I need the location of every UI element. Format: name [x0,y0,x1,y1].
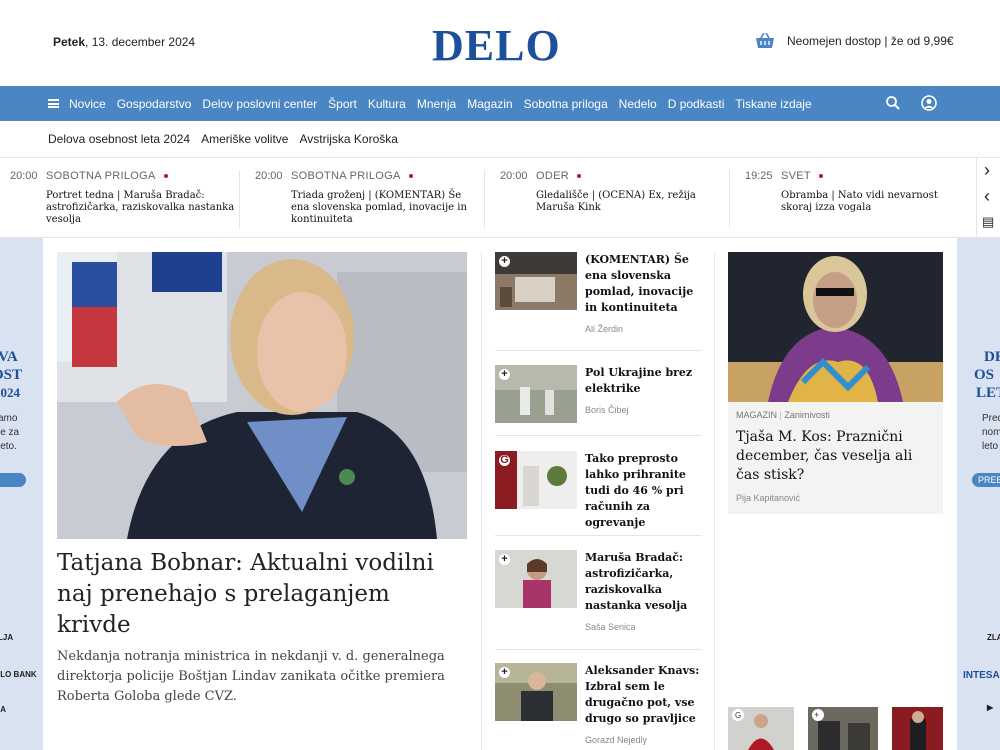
ticker-item[interactable]: 20:00 SOBOTNA PRILOGA Triada groženj | (… [245,168,485,228]
article-thumbnail: + [495,365,577,423]
list-item[interactable]: + Pol Ukrajine brez elektrike Boris Čibe… [495,365,701,425]
plus-icon: + [499,256,510,267]
nav-item-d-podkasti[interactable]: D podkasti [668,97,725,111]
live-dot-icon [818,174,823,179]
topic-ameriske-volitve[interactable]: Ameriške volitve [201,132,288,146]
list-item[interactable]: + Maruša Bradač: astrofizičarka, razisko… [495,550,701,635]
column-divider [714,252,715,750]
column-divider [481,252,482,750]
main-nav: Novice Gospodarstvo Delov poslovni cente… [0,86,1000,121]
current-date: Petek, 13. december 2024 [53,35,196,49]
mini-article-thumbnail[interactable]: G [728,707,794,750]
list-item[interactable]: G Tako preprosto lahko prihranite tudi d… [495,451,701,529]
plus-icon: + [499,554,510,565]
right-ad-banner[interactable]: DE OS LET Pred nom leto PREB ZLAT INTESA… [957,238,1000,750]
nav-item-tiskane-izdaje[interactable]: Tiskane izdaje [735,97,811,111]
ad-button[interactable]: › [0,473,26,487]
subscription-link[interactable]: Neomejen dostop | že od 9,99€ [755,32,954,49]
article-thumbnail: G [495,451,577,509]
nav-item-magazin[interactable]: Magazin [467,97,512,111]
nav-item-gospodarstvo[interactable]: Gospodarstvo [117,97,192,111]
ticker-item[interactable]: 20:00 SOBOTNA PRILOGA Portret tedna | Ma… [0,168,240,228]
user-icon[interactable] [921,95,937,111]
feature-article-image [728,252,943,402]
nav-item-novice[interactable]: Novice [69,97,106,111]
chevron-left-icon[interactable]: ‹ [984,186,990,207]
article-thumbnail: + [495,663,577,721]
main-article-lead: Nekdanja notranja ministrica in nekdanji… [57,649,445,704]
search-icon[interactable] [885,95,901,111]
live-dot-icon [576,174,581,179]
topic-avstrijska-koroska[interactable]: Avstrijska Koroška [299,132,397,146]
ticker-item[interactable]: 20:00 ODER Gledališče | (OCENA) Ex, reži… [490,168,730,228]
topic-delova-osebnost[interactable]: Delova osebnost leta 2024 [48,132,190,146]
left-ad-banner[interactable]: VA OST 2024 amo le za leto. › LJA OLO BA… [0,238,43,750]
ad-button[interactable]: PREB [972,473,1000,487]
feature-article[interactable]: MAGAZIN | Zanimivosti Tjaša M. Kos: Praz… [728,252,943,514]
live-dot-icon [408,174,413,179]
plus-icon: + [499,369,510,380]
list-item[interactable]: + (KOMENTAR) Še ena slovenska pomlad, in… [495,252,701,342]
nav-item-kultura[interactable]: Kultura [368,97,406,111]
news-ticker: 20:00 SOBOTNA PRILOGA Portret tedna | Ma… [0,158,1000,238]
article-thumbnail: + [495,550,577,608]
delo-logo[interactable]: DELO [432,20,561,71]
list-item[interactable]: + Aleksander Knavs: Izbral sem le drugač… [495,663,701,750]
newspaper-icon[interactable]: ▤ [982,214,994,230]
mini-article-thumbnail[interactable] [892,707,943,750]
sponsored-icon: G [499,454,510,466]
svg-text:G: G [735,711,741,720]
ticker-item[interactable]: 19:25 SVET Obramba | Nato vidi nevarnost… [735,168,975,228]
nav-item-mnenja[interactable]: Mnenja [417,97,456,111]
topic-bar: Delova osebnost leta 2024 Ameriške volit… [0,121,1000,158]
main-article-title[interactable]: Tatjana Bobnar: Aktualni vodilni naj pre… [57,548,467,641]
main-article-image[interactable] [57,252,467,539]
header: Petek, 13. december 2024 DELO Neomejen d… [0,0,1000,86]
svg-text:+: + [814,710,819,720]
nav-item-sport[interactable]: Šport [328,97,357,111]
nav-item-sobotna-priloga[interactable]: Sobotna priloga [524,97,608,111]
live-dot-icon [163,174,168,179]
menu-icon[interactable] [48,99,59,108]
article-thumbnail: + [495,252,577,310]
plus-icon: + [499,667,510,678]
chevron-right-icon[interactable]: › [984,160,990,181]
basket-icon [755,32,775,49]
mini-article-thumbnail[interactable]: + [808,707,878,750]
nav-item-delov-poslovni-center[interactable]: Delov poslovni center [202,97,317,111]
ticker-controls: › ‹ ▤ [976,158,1000,238]
nav-item-nedelo[interactable]: Nedelo [619,97,657,111]
